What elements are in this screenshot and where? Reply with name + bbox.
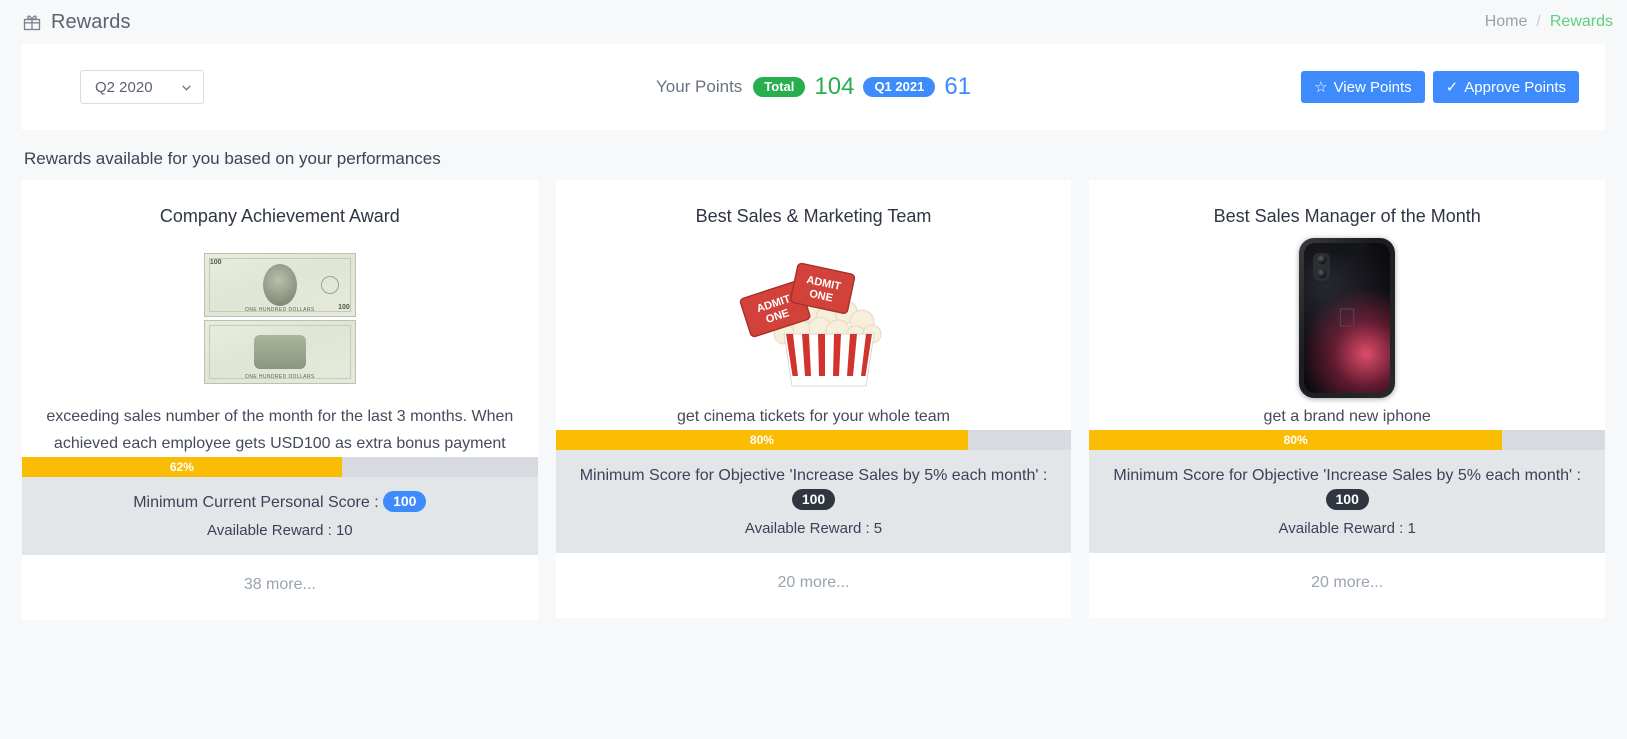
rewards-card-list: Company Achievement Award 100 100 ONE HU…: [0, 180, 1627, 620]
reward-card-footer: Minimum Current Personal Score : 100 Ava…: [22, 477, 538, 555]
bill-corner-left: 100: [209, 258, 222, 266]
reward-score-prefix: Minimum Current Personal Score :: [133, 494, 379, 511]
quarter-points-badge: Q1 2021: [863, 77, 936, 97]
total-points-value: 104: [814, 73, 855, 100]
gift-icon: [22, 12, 42, 32]
available-reward-line: Available Reward : 5: [744, 520, 883, 537]
reward-score-line: Minimum Score for Objective 'Increase Sa…: [1097, 463, 1597, 513]
reward-card-title: Best Sales Manager of the Month: [1213, 206, 1481, 226]
reward-progress-fill: 62%: [22, 457, 342, 477]
star-icon: ☆: [1314, 78, 1328, 96]
reward-card-description: get cinema tickets for your whole team: [677, 408, 951, 425]
reward-score-badge: 100: [383, 491, 427, 512]
reward-progress-fill: 80%: [1089, 430, 1502, 450]
view-points-label: View Points: [1333, 78, 1412, 96]
reward-card-description: exceeding sales number of the month for …: [46, 408, 514, 452]
reward-card-body: Company Achievement Award 100 100 ONE HU…: [22, 180, 538, 457]
reward-card: Best Sales & Marketing Team ADMIT ONE AD…: [555, 180, 1072, 618]
reward-more-link[interactable]: 38 more...: [22, 555, 538, 620]
reward-score-prefix: Minimum Score for Objective 'Increase Sa…: [579, 467, 1048, 484]
section-title: Rewards available for you based on your …: [24, 149, 441, 168]
reward-card-footer: Minimum Score for Objective 'Increase Sa…: [555, 450, 1072, 553]
reward-more-link[interactable]: 20 more...: [556, 553, 1072, 618]
reward-score-badge: 100: [791, 489, 836, 510]
reward-card: Company Achievement Award 100 100 ONE HU…: [22, 180, 538, 620]
approve-points-label: Approve Points: [1464, 78, 1566, 96]
breadcrumb-home[interactable]: Home: [1485, 13, 1528, 31]
reward-score-line: Minimum Score for Objective 'Increase Sa…: [564, 463, 1064, 513]
page-title: Rewards: [51, 10, 131, 33]
reward-score-prefix: Minimum Score for Objective 'Increase Sa…: [1113, 467, 1581, 484]
reward-progress-label: 80%: [749, 433, 774, 447]
breadcrumb: Home / Rewards: [1485, 13, 1613, 31]
toolbar: Q2 2020 Your Points Total 104 Q1 2021 61…: [22, 44, 1605, 130]
reward-card: Best Sales Manager of the Month  get a …: [1089, 180, 1606, 618]
breadcrumb-current[interactable]: Rewards: [1550, 13, 1613, 31]
breadcrumb-separator: /: [1536, 13, 1541, 30]
reward-progress-fill: 80%: [555, 430, 969, 450]
approve-points-button[interactable]: ✓ Approve Points: [1432, 71, 1579, 103]
reward-more-link[interactable]: 20 more...: [1089, 553, 1605, 618]
reward-card-footer: Minimum Score for Objective 'Increase Sa…: [1089, 450, 1606, 553]
points-label: Your Points: [655, 77, 743, 96]
apple-logo-icon: : [1337, 303, 1357, 334]
bill-strip-bottom: ONE HUNDRED DOLLARS: [245, 373, 315, 380]
toolbar-actions: ☆ View Points ✓ Approve Points: [1301, 71, 1579, 103]
cinema-tickets-popcorn-image: ADMIT ONE ADMIT ONE: [556, 243, 1072, 393]
reward-progress-bar: 62%: [22, 457, 538, 477]
view-points-button[interactable]: ☆ View Points: [1301, 71, 1425, 103]
reward-card-description: get a brand new iphone: [1263, 408, 1431, 425]
reward-score-line: Minimum Current Personal Score : 100: [30, 490, 530, 515]
reward-progress-label: 62%: [169, 460, 194, 474]
period-select[interactable]: Q2 2020: [80, 70, 204, 104]
iphone-image: : [1089, 238, 1605, 398]
reward-progress-label: 80%: [1283, 433, 1308, 447]
available-reward-line: Available Reward : 1: [1278, 520, 1416, 537]
reward-progress-bar: 80%: [555, 430, 1072, 450]
bill-strip-top: ONE HUNDRED DOLLARS: [245, 306, 315, 313]
reward-progress-bar: 80%: [1089, 430, 1606, 450]
check-icon: ✓: [1445, 78, 1459, 96]
reward-card-title: Company Achievement Award: [159, 206, 400, 226]
reward-card-body: Best Sales Manager of the Month  get a …: [1089, 180, 1605, 430]
chevron-down-icon: [180, 81, 193, 94]
reward-card-body: Best Sales & Marketing Team ADMIT ONE AD…: [556, 180, 1072, 430]
quarter-points-value: 61: [944, 73, 972, 100]
reward-card-title: Best Sales & Marketing Team: [695, 206, 932, 226]
available-reward-line: Available Reward : 10: [207, 522, 353, 539]
total-points-badge: Total: [753, 77, 806, 97]
page-title-group: Rewards: [22, 11, 131, 34]
hundred-dollar-bill-image: 100 100 ONE HUNDRED DOLLARS ONE HUNDRED …: [22, 243, 538, 393]
period-select-value: Q2 2020: [95, 78, 153, 96]
top-header: Rewards Home / Rewards: [0, 0, 1627, 44]
reward-score-badge: 100: [1325, 489, 1369, 510]
